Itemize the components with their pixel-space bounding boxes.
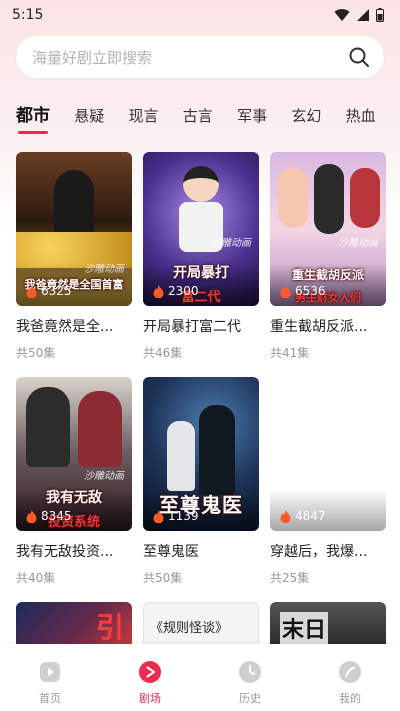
episode-count: 共40集 <box>16 571 56 585</box>
cover-brand: 沙雕动画 <box>338 238 378 249</box>
tab-xianyan[interactable]: 现言 <box>128 104 182 134</box>
episode-count: 共50集 <box>143 571 183 585</box>
cover-overlay-title: 开局暴打 <box>173 265 229 281</box>
status-bar: 5:15 <box>0 0 400 30</box>
drama-title[interactable]: 至尊鬼医 <box>143 541 259 561</box>
drama-title[interactable]: 穿越后，我爆... <box>270 541 386 561</box>
nav-label: 历史 <box>239 692 261 705</box>
heat-value: 6325 <box>41 284 72 298</box>
heat-count: 2300 <box>153 284 199 298</box>
drama-card-peek[interactable]: 引 <box>16 602 132 646</box>
tab-guyan[interactable]: 古言 <box>183 104 237 134</box>
drama-title[interactable]: 我爸竟然是全... <box>16 316 132 336</box>
drama-cover[interactable]: 沙雕动画 我有无敌 投资系统 8345 <box>16 377 132 531</box>
tab-dushi[interactable]: 都市 <box>16 104 74 134</box>
cover-overlay-title: 重生截胡反派 <box>291 268 364 282</box>
bottom-nav: 首页 剧场 历史 我的 <box>0 644 400 711</box>
cover-brand: 沙雕动画 <box>211 238 251 249</box>
cover-figure <box>199 405 235 495</box>
flame-icon <box>153 284 164 298</box>
nav-home[interactable]: 首页 <box>10 660 90 706</box>
drama-cover[interactable]: 沙雕动画 开局暴打 富二代 2300 <box>143 152 259 306</box>
status-time: 5:15 <box>12 7 44 23</box>
cover-figure <box>314 164 344 234</box>
tab-rexue[interactable]: 热血 <box>346 104 400 134</box>
search-input[interactable]: 海量好剧立即搜索 <box>32 47 348 68</box>
episode-count: 共46集 <box>143 346 183 360</box>
heat-count: 6536 <box>280 284 326 298</box>
drama-card[interactable]: 沙雕动画 我爸竟然是全国首富 6325 我爸竟然是全... 共50集 <box>16 152 132 361</box>
heat-count: 4847 <box>280 509 326 523</box>
drama-title[interactable]: 重生截胡反派... <box>270 316 386 336</box>
home-play-icon <box>40 662 60 682</box>
drama-cover[interactable]: 4847 <box>270 377 386 531</box>
nav-history[interactable]: 历史 <box>210 660 290 706</box>
episode-count: 共41集 <box>270 346 310 360</box>
wifi-icon <box>334 9 350 21</box>
tab-xuanhuan[interactable]: 玄幻 <box>291 104 345 134</box>
drama-card[interactable]: 4847 穿越后，我爆... 共25集 <box>270 377 386 586</box>
heat-count: 6325 <box>26 284 72 298</box>
flame-icon <box>280 284 291 298</box>
nav-theater[interactable]: 剧场 <box>110 660 190 706</box>
search-bar[interactable]: 海量好剧立即搜索 <box>16 36 384 78</box>
heat-value: 2300 <box>168 284 199 298</box>
peek-text: 引 <box>95 611 124 644</box>
drama-card[interactable]: 沙雕动画 重生截胡反派 男主财女人们 6536 重生截胡反派... 共41集 <box>270 152 386 361</box>
nav-profile[interactable]: 我的 <box>310 660 390 706</box>
cover-figure <box>167 421 195 491</box>
history-clock-icon <box>239 661 261 683</box>
profile-icon <box>339 661 361 683</box>
drama-card-peek[interactable]: 末日 <box>270 602 386 646</box>
cover-figure <box>26 387 70 467</box>
heat-value: 6536 <box>295 284 326 298</box>
cover-figure <box>183 166 219 202</box>
peek-text: 末日 <box>280 612 329 644</box>
battery-icon <box>376 8 384 22</box>
category-tabs: 都市 悬疑 现言 古言 军事 玄幻 热血 <box>0 104 400 138</box>
heat-value: 1139 <box>168 509 199 523</box>
heat-value: 8345 <box>41 509 72 523</box>
drama-cover[interactable]: 至尊鬼医 1139 <box>143 377 259 531</box>
cover-figure <box>278 168 308 228</box>
drama-title[interactable]: 开局暴打富二代 <box>143 316 259 336</box>
theater-play-icon <box>139 661 161 683</box>
episode-count: 共25集 <box>270 571 310 585</box>
flame-icon <box>26 509 37 523</box>
status-icons <box>334 8 384 22</box>
nav-label: 剧场 <box>139 692 161 705</box>
nav-label: 我的 <box>339 692 361 705</box>
heat-count: 8345 <box>26 509 72 523</box>
flame-icon <box>153 509 164 523</box>
drama-cover[interactable]: 沙雕动画 重生截胡反派 男主财女人们 6536 <box>270 152 386 306</box>
cover-brand: 沙雕动画 <box>84 471 124 482</box>
drama-grid: 沙雕动画 我爸竟然是全国首富 6325 我爸竟然是全... 共50集 沙雕动画 … <box>16 152 386 646</box>
signal-icon <box>357 9 369 21</box>
flame-icon <box>280 509 291 523</box>
heat-value: 4847 <box>295 509 326 523</box>
nav-label: 首页 <box>39 692 61 705</box>
drama-title[interactable]: 我有无敌投资... <box>16 541 132 561</box>
cover-overlay-title: 我有无敌 <box>46 490 102 506</box>
peek-text: 《规则怪谈》 <box>150 621 229 636</box>
drama-card[interactable]: 沙雕动画 开局暴打 富二代 2300 开局暴打富二代 共46集 <box>143 152 259 361</box>
drama-cover[interactable]: 沙雕动画 我爸竟然是全国首富 6325 <box>16 152 132 306</box>
flame-icon <box>26 284 37 298</box>
tab-junshi[interactable]: 军事 <box>237 104 291 134</box>
episode-count: 共50集 <box>16 346 56 360</box>
tab-xuanyi[interactable]: 悬疑 <box>74 104 128 134</box>
drama-card[interactable]: 沙雕动画 我有无敌 投资系统 8345 我有无敌投资... 共40集 <box>16 377 132 586</box>
heat-count: 1139 <box>153 509 199 523</box>
drama-card-peek[interactable]: 《规则怪谈》 <box>143 602 259 646</box>
drama-card[interactable]: 至尊鬼医 1139 至尊鬼医 共50集 <box>143 377 259 586</box>
cover-figure <box>350 168 380 228</box>
cover-figure <box>78 391 122 467</box>
search-icon[interactable] <box>348 46 370 68</box>
